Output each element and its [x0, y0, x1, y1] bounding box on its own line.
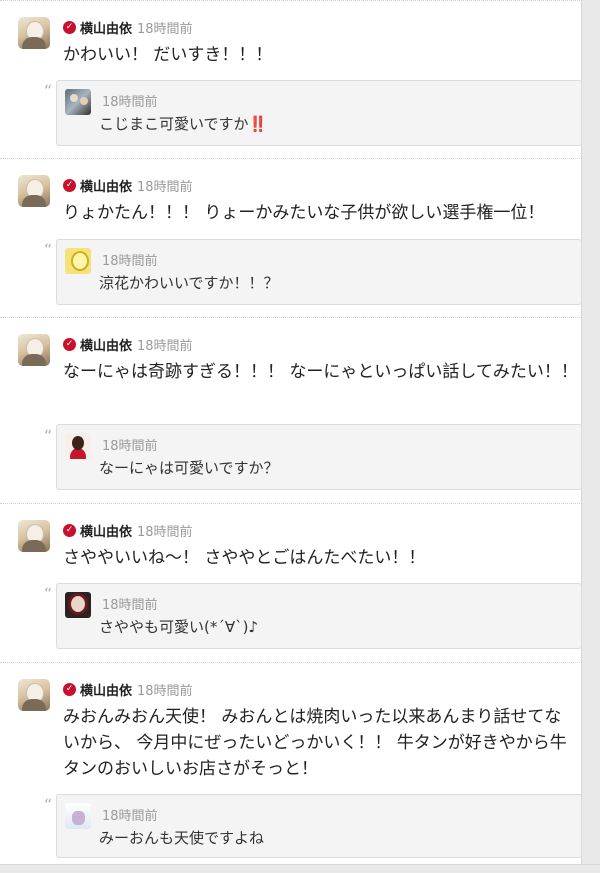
- post-text: なーにゃは奇跡すぎる！！！ なーにゃといっぱい話してみたい！！: [63, 362, 578, 382]
- check-badge-icon: ✓: [63, 20, 76, 34]
- reply-box: 18時間前 さややも可愛い(*´∀`)♪: [56, 583, 582, 649]
- check-badge-icon: ✓: [63, 523, 76, 537]
- reply-text: なーにゃは可愛いですか？: [99, 459, 279, 477]
- post-header: ✓ 横山由依 18時間前: [63, 521, 193, 540]
- reply-text: こじまこ可愛いですか‼️: [99, 115, 268, 133]
- author-avatar[interactable]: [18, 175, 50, 207]
- quote-icon: “: [44, 795, 53, 814]
- quote-icon: “: [44, 240, 53, 259]
- reply-text: 涼花かわいいですか！！？: [99, 274, 279, 292]
- post-text: かわいい！ だいすき！！！: [63, 45, 273, 65]
- feed-post: ✓ 横山由依 18時間前 かわいい！ だいすき！！！ “ 18時間前 こじまこ可…: [0, 0, 582, 159]
- author-name[interactable]: 横山由依: [80, 18, 132, 37]
- post-header: ✓ 横山由依 18時間前: [63, 18, 193, 37]
- reply-timestamp: 18時間前: [102, 809, 158, 824]
- author-name[interactable]: 横山由依: [80, 335, 132, 354]
- author-avatar[interactable]: [18, 679, 50, 711]
- scrollbar-frame: [581, 0, 600, 873]
- reply-avatar[interactable]: [65, 248, 91, 274]
- double-exclamation-icon: ‼️: [248, 115, 268, 133]
- quote-icon: “: [44, 426, 53, 445]
- post-timestamp: 18時間前: [137, 683, 193, 699]
- author-avatar[interactable]: [18, 520, 50, 552]
- feed-post: ✓ 横山由依 18時間前 りょかたん！！！ りょーかみたいな子供が欲しい選手権一…: [0, 159, 582, 318]
- quote-icon: “: [44, 584, 53, 603]
- reply-box: 18時間前 こじまこ可愛いですか‼️: [56, 80, 582, 146]
- reply-timestamp: 18時間前: [102, 254, 158, 269]
- reply-timestamp: 18時間前: [102, 598, 158, 613]
- reply-box: 18時間前 みーおんも天使ですよね: [56, 794, 582, 858]
- reply-box: 18時間前 涼花かわいいですか！！？: [56, 239, 582, 305]
- author-name[interactable]: 横山由依: [80, 680, 132, 699]
- post-text: さややいいね〜！ さややとごはんたべたい！！: [63, 548, 426, 568]
- bottom-frame: [0, 864, 600, 873]
- reply-box: 18時間前 なーにゃは可愛いですか？: [56, 424, 582, 490]
- reply-avatar[interactable]: [65, 803, 91, 829]
- post-timestamp: 18時間前: [137, 338, 193, 354]
- feed-post: ✓ 横山由依 18時間前 なーにゃは奇跡すぎる！！！ なーにゃといっぱい話してみ…: [0, 318, 582, 504]
- author-avatar[interactable]: [18, 334, 50, 366]
- reply-timestamp: 18時間前: [102, 439, 158, 454]
- author-avatar[interactable]: [18, 17, 50, 49]
- post-timestamp: 18時間前: [137, 21, 193, 37]
- author-name[interactable]: 横山由依: [80, 521, 132, 540]
- reply-text: みーおんも天使ですよね: [99, 829, 265, 847]
- post-timestamp: 18時間前: [137, 524, 193, 540]
- quote-icon: “: [44, 81, 53, 100]
- feed-post: ✓ 横山由依 18時間前 さややいいね〜！ さややとごはんたべたい！！ “ 18…: [0, 504, 582, 663]
- reply-avatar[interactable]: [65, 89, 91, 115]
- post-timestamp: 18時間前: [137, 179, 193, 195]
- check-badge-icon: ✓: [63, 337, 76, 351]
- check-badge-icon: ✓: [63, 682, 76, 696]
- reply-avatar[interactable]: [65, 433, 91, 459]
- check-badge-icon: ✓: [63, 178, 76, 192]
- post-header: ✓ 横山由依 18時間前: [63, 335, 193, 354]
- reply-timestamp: 18時間前: [102, 95, 158, 110]
- post-text: みおんみおん天使！ みおんとは焼肉いった以来あんまり話せてないから、 今月中にぜ…: [63, 707, 567, 779]
- post-header: ✓ 横山由依 18時間前: [63, 680, 193, 699]
- post-header: ✓ 横山由依 18時間前: [63, 176, 193, 195]
- reply-avatar[interactable]: [65, 592, 91, 618]
- author-name[interactable]: 横山由依: [80, 176, 132, 195]
- comment-feed: ✓ 横山由依 18時間前 かわいい！ だいすき！！！ “ 18時間前 こじまこ可…: [0, 0, 582, 868]
- feed-post: ✓ 横山由依 18時間前 みおんみおん天使！ みおんとは焼肉いった以来あんまり話…: [0, 663, 582, 868]
- post-text: りょかたん！！！ りょーかみたいな子供が欲しい選手権一位！: [63, 203, 545, 223]
- reply-text: さややも可愛い(*´∀`)♪: [99, 618, 259, 636]
